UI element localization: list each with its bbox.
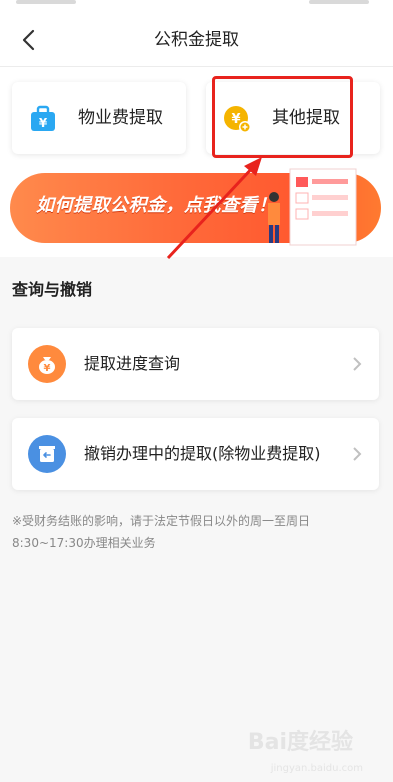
withdraw-progress-label: 提取进度查询: [84, 354, 181, 373]
watermark-text: Bai度经验: [247, 730, 353, 755]
cancel-withdraw-label: 撤销办理中的提取(除物业费提取): [84, 444, 321, 463]
chevron-right-icon: [353, 357, 362, 371]
cancel-withdraw-row[interactable]: 撤销办理中的提取(除物业费提取): [12, 418, 379, 490]
chevron-right-icon: [353, 447, 362, 461]
business-hours-note: ※受财务结账的影响，请于法定节假日以外的周一至周日8:30~17:30办理相关业…: [12, 514, 311, 550]
withdraw-progress-row[interactable]: ¥ 提取进度查询: [12, 328, 379, 400]
watermark-subtext: jingyan.baidu.com: [270, 763, 363, 774]
svg-text:¥: ¥: [44, 363, 51, 374]
money-bag-icon: ¥: [28, 345, 66, 383]
undo-bin-icon: [28, 435, 66, 473]
section-title: 查询与撤销: [12, 280, 93, 299]
